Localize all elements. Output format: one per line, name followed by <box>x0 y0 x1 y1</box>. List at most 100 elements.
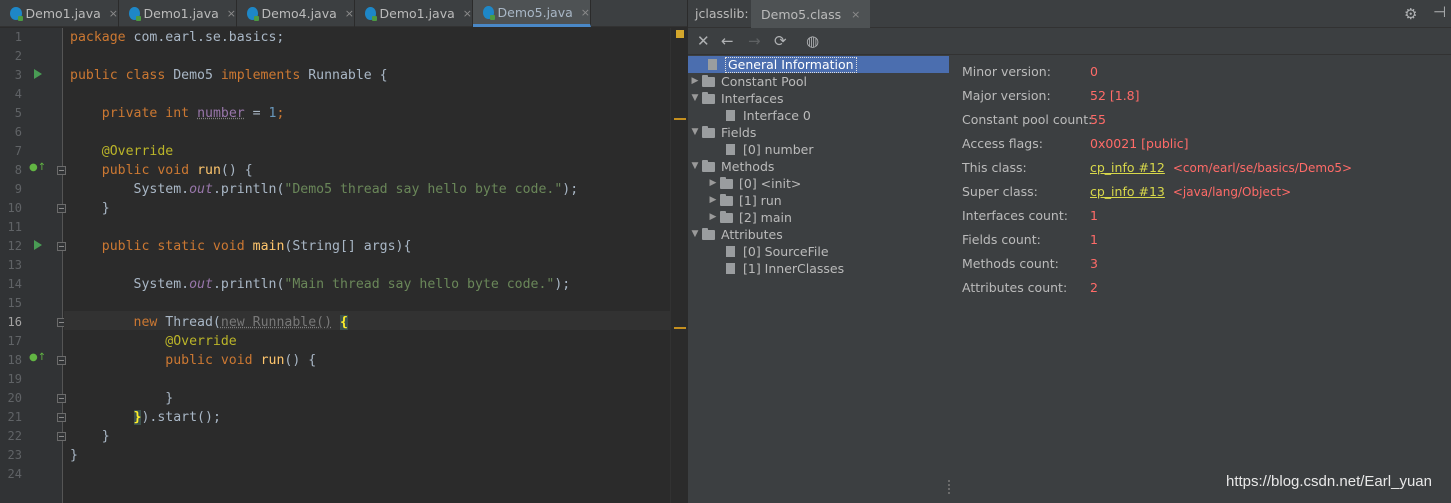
tab-demo1-java-3[interactable]: Demo1.java × <box>355 0 473 27</box>
line-number: 17 <box>7 334 22 348</box>
cp-info-link[interactable]: cp_info #12 <box>1090 160 1165 175</box>
document-icon <box>726 246 735 257</box>
general-information-details: Minor version: 0 Major version: 52 [1.8]… <box>950 55 1451 503</box>
detail-key-fields-count: Fields count: <box>962 232 1041 247</box>
override-method-icon[interactable]: ●↑ <box>29 352 46 363</box>
back-icon[interactable]: ← <box>721 32 734 50</box>
code-line-20: } <box>165 391 174 406</box>
collapse-arrow-icon[interactable]: ▼ <box>688 90 702 107</box>
folder-icon <box>702 159 715 172</box>
detail-key-access-flags: Access flags: <box>962 136 1043 151</box>
collapse-arrow-icon[interactable]: ▼ <box>688 158 702 175</box>
close-icon[interactable]: × <box>463 7 472 20</box>
class-name-comment: <com/earl/se/basics/Demo5> <box>1172 161 1353 175</box>
collapse-arrow-icon[interactable]: ▼ <box>688 124 702 141</box>
code-editor: Demo1.java × Demo1.java × Demo4.java × D… <box>0 0 687 503</box>
detail-value-this-class: cp_info #12 <com/earl/se/basics/Demo5> <box>1090 158 1352 178</box>
detail-key-super-class: Super class: <box>962 184 1038 199</box>
tree-item-interfaces[interactable]: ▼ Interfaces <box>688 90 784 107</box>
detail-value-major-version: 52 [1.8] <box>1090 88 1140 103</box>
expand-arrow-icon[interactable]: ▶ <box>688 73 702 90</box>
warning-marker[interactable] <box>674 327 686 329</box>
tree-item-attr-sourcefile[interactable]: [0] SourceFile <box>724 243 829 260</box>
tree-item-interface-0[interactable]: Interface 0 <box>724 107 811 124</box>
document-icon <box>726 144 735 155</box>
tree-item-fields[interactable]: ▼ Fields <box>688 124 757 141</box>
java-class-icon <box>129 7 141 21</box>
tree-item-method-init[interactable]: ▶ [0] <init> <box>706 175 802 192</box>
jclasslib-title: jclasslib: <box>695 6 749 21</box>
watermark: https://blog.csdn.net/Earl_yuan <box>1226 473 1432 490</box>
run-class-icon[interactable] <box>34 69 42 79</box>
close-icon[interactable]: × <box>109 7 118 20</box>
document-icon <box>726 263 735 274</box>
code-line-1: package com.earl.se.basics; <box>70 30 285 45</box>
close-icon[interactable]: × <box>581 6 590 19</box>
line-number: 4 <box>14 87 22 101</box>
tree-item-methods[interactable]: ▼ Methods <box>688 158 775 175</box>
tree-item-attr-innerclasses[interactable]: [1] InnerClasses <box>724 260 844 277</box>
jclasslib-toolbar: ✕ ← → ⟳ ◍ <box>688 29 1451 55</box>
tab-demo1-java-2[interactable]: Demo1.java × <box>119 0 237 27</box>
tree-item-general-information[interactable]: General Information <box>688 56 949 73</box>
detail-value-super-class: cp_info #13 <java/lang/Object> <box>1090 182 1291 202</box>
forward-icon[interactable]: → <box>748 32 761 50</box>
java-class-icon <box>483 5 495 20</box>
expand-arrow-icon[interactable]: ▶ <box>706 209 720 226</box>
detail-key-methods-count: Methods count: <box>962 256 1059 271</box>
code-line-3: public class Demo5 implements Runnable { <box>70 68 388 83</box>
folder-icon <box>720 193 733 206</box>
error-stripe[interactable] <box>670 28 687 503</box>
collapse-arrow-icon[interactable]: ▼ <box>688 226 702 243</box>
run-main-icon[interactable] <box>34 240 42 250</box>
close-icon[interactable]: × <box>345 7 354 20</box>
java-class-icon <box>247 7 259 21</box>
code-line-12: public static void main(String[] args){ <box>101 239 412 254</box>
expand-arrow-icon[interactable]: ▶ <box>706 175 720 192</box>
tab-demo4-java[interactable]: Demo4.java × <box>237 0 355 27</box>
line-number: 12 <box>7 239 22 253</box>
code-line-14: System.out.println("Main thread say hell… <box>133 277 571 292</box>
splitter-handle[interactable] <box>948 480 952 494</box>
code-area[interactable]: package com.earl.se.basics; public class… <box>64 28 670 503</box>
java-class-icon <box>10 7 23 21</box>
tab-demo5-java[interactable]: Demo5.java × <box>473 0 591 27</box>
code-line-7: @Override <box>101 144 174 159</box>
detail-value-attributes-count: 2 <box>1090 280 1098 295</box>
tree-item-field-number[interactable]: [0] number <box>724 141 813 158</box>
line-number: 7 <box>14 144 22 158</box>
tab-demo1-java-1[interactable]: Demo1.java × <box>0 0 119 27</box>
warning-status-icon[interactable] <box>676 30 684 38</box>
line-number: 1 <box>14 30 22 44</box>
close-icon[interactable]: × <box>227 7 236 20</box>
tree-item-method-main[interactable]: ▶ [2] main <box>706 209 792 226</box>
expand-arrow-icon[interactable]: ▶ <box>706 192 720 209</box>
document-icon <box>708 59 717 70</box>
browser-icon[interactable]: ◍ <box>806 32 819 50</box>
folder-icon <box>702 227 715 240</box>
line-number: 5 <box>14 106 22 120</box>
reload-icon[interactable]: ⟳ <box>774 32 787 50</box>
gear-icon[interactable]: ⚙ <box>1404 5 1417 23</box>
detail-value-interfaces-count: 1 <box>1090 208 1098 223</box>
close-icon[interactable]: ✕ <box>697 32 710 50</box>
line-number: 13 <box>7 258 22 272</box>
detail-key-this-class: This class: <box>962 160 1027 175</box>
close-icon[interactable]: × <box>851 8 860 21</box>
cp-info-link[interactable]: cp_info #13 <box>1090 184 1165 199</box>
tree-item-attributes[interactable]: ▼ Attributes <box>688 226 783 243</box>
detail-value-minor-version: 0 <box>1090 64 1098 79</box>
warning-marker[interactable] <box>674 118 686 120</box>
line-number-current: 16 <box>7 315 22 329</box>
line-number: 18 <box>7 353 22 367</box>
tab-demo5-class[interactable]: Demo5.class × <box>751 0 871 28</box>
line-number: 24 <box>7 467 22 481</box>
tree-item-constant-pool[interactable]: ▶ Constant Pool <box>688 73 808 90</box>
line-number: 9 <box>14 182 22 196</box>
override-method-icon[interactable]: ●↑ <box>29 162 46 173</box>
detail-key-minor-version: Minor version: <box>962 64 1051 79</box>
tree-item-method-run[interactable]: ▶ [1] run <box>706 192 782 209</box>
hide-panel-icon[interactable]: ⊣ <box>1433 3 1446 21</box>
code-line-22: } <box>101 429 110 444</box>
document-icon <box>726 110 735 121</box>
